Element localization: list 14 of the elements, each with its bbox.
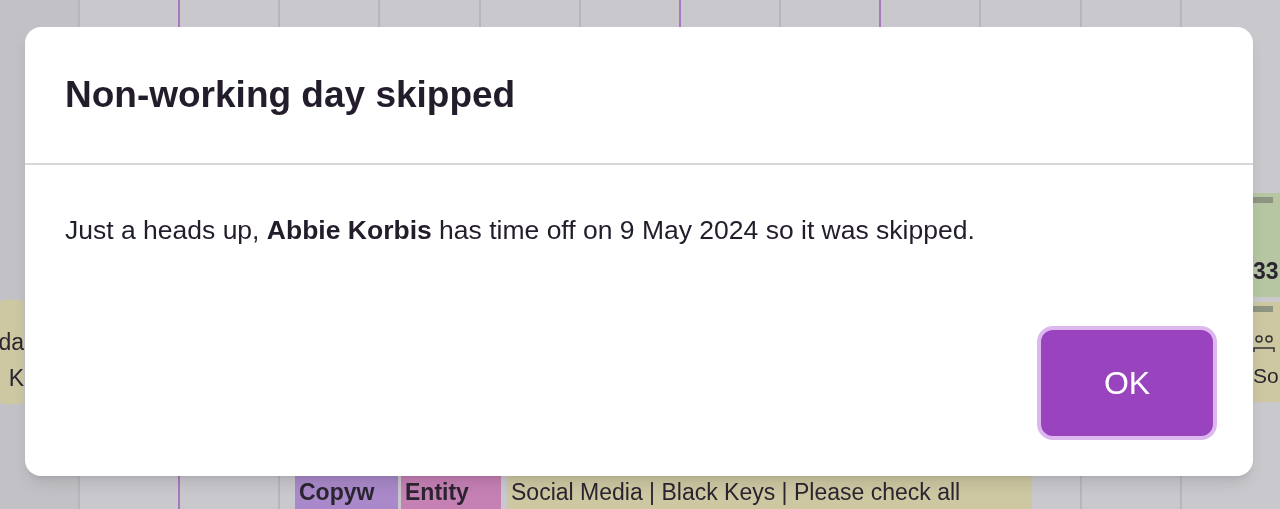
dialog-message: Just a heads up, Abbie Korbis has time off on 9 May 2024 so it was skipped. bbox=[65, 214, 976, 247]
event-title: Copyw bbox=[299, 478, 375, 507]
ok-button[interactable]: OK bbox=[1037, 326, 1217, 440]
event-title: da bbox=[0, 328, 24, 357]
dialog-title: Non-working day skipped bbox=[65, 73, 516, 118]
event-title: K bbox=[8, 364, 24, 393]
event-title: Entity bbox=[405, 478, 469, 507]
event-title: So bbox=[1253, 363, 1279, 389]
marker-bar bbox=[1253, 306, 1273, 312]
people-icon bbox=[1253, 334, 1275, 354]
event-title: Social Media | Black Keys | Please check all bbox=[511, 478, 961, 507]
event-title: 33 bbox=[1253, 257, 1279, 286]
marker-bar bbox=[1253, 197, 1273, 203]
event-card[interactable]: da K bbox=[0, 300, 24, 404]
